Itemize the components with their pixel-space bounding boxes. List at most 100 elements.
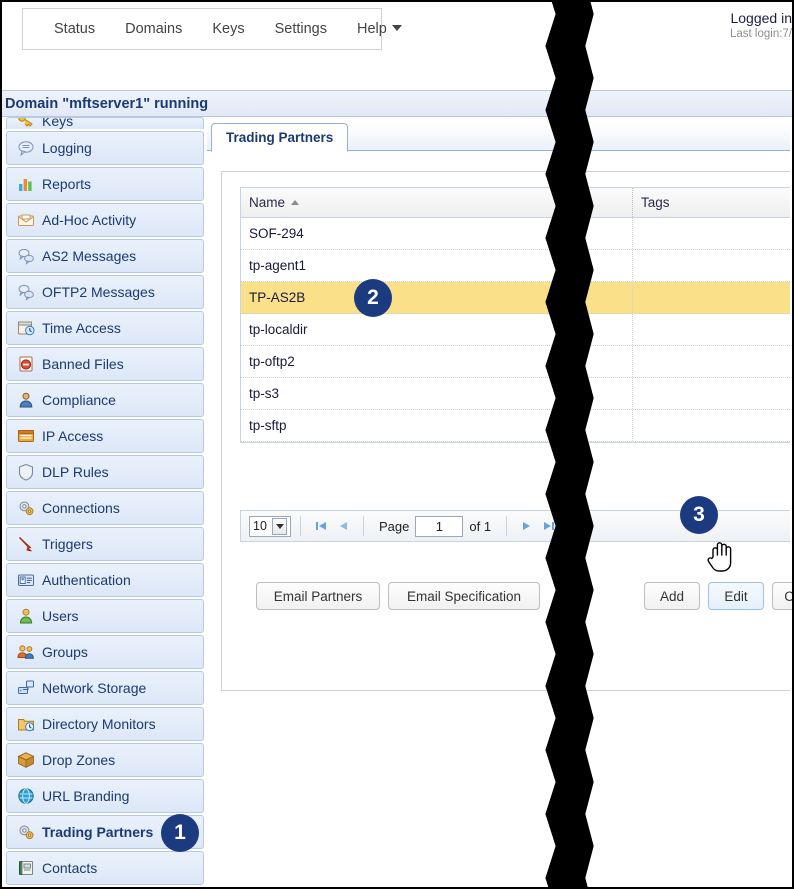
cell-tags bbox=[633, 378, 790, 409]
sidebar-item-connections[interactable]: Connections bbox=[6, 491, 204, 525]
cell-tags bbox=[633, 314, 790, 345]
tab-strip: Trading Partners bbox=[207, 123, 790, 152]
logged-in-label: Logged in bbox=[730, 10, 792, 26]
sidebar-item-label: Directory Monitors bbox=[42, 716, 156, 732]
cell-tags bbox=[633, 218, 790, 249]
page-title: Domain "mftserver1" running bbox=[5, 95, 209, 112]
page-word-label: Page bbox=[379, 518, 410, 534]
sidebar-item-drop-zones[interactable]: Drop Zones bbox=[6, 743, 204, 777]
sidebar-item-label: Network Storage bbox=[42, 680, 147, 696]
gears-icon bbox=[17, 823, 35, 841]
sidebar-item-directory-monitors[interactable]: Directory Monitors bbox=[6, 707, 204, 741]
trading-partners-grid: Name Tags SOF-294 tp-agent1 TP-AS2B tp-loca… bbox=[240, 187, 790, 443]
sidebar-item-label: Connections bbox=[42, 500, 120, 516]
email-partners-button[interactable]: Email Partners bbox=[256, 582, 380, 610]
address-book-icon bbox=[17, 859, 35, 877]
sidebar-item-banned-files[interactable]: Banned Files bbox=[6, 347, 204, 381]
user-icon bbox=[17, 607, 35, 625]
menu-item-status[interactable]: Status bbox=[39, 21, 110, 37]
sidebar-item-label: Authentication bbox=[42, 572, 131, 588]
next-page-icon[interactable] bbox=[516, 515, 538, 537]
cell-name: tp-agent1 bbox=[241, 250, 633, 281]
cell-tags bbox=[633, 346, 790, 377]
ip-list-icon bbox=[17, 427, 35, 445]
person-icon bbox=[17, 391, 35, 409]
table-row[interactable]: SOF-294 bbox=[241, 218, 790, 250]
sidebar-item-contacts[interactable]: Contacts bbox=[6, 851, 204, 885]
sidebar-item-authentication[interactable]: Authentication bbox=[6, 563, 204, 597]
page-of-label: of 1 bbox=[469, 518, 492, 534]
sidebar-item-ip-access[interactable]: IP Access bbox=[6, 419, 204, 453]
last-page-icon[interactable] bbox=[538, 515, 560, 537]
envelope-icon bbox=[17, 211, 35, 229]
sidebar-item-label: DLP Rules bbox=[42, 464, 109, 480]
sidebar-item-time-access[interactable]: Time Access bbox=[6, 311, 204, 345]
folder-clock-icon bbox=[17, 715, 35, 733]
sidebar-item-label: Drop Zones bbox=[42, 752, 116, 768]
table-row[interactable]: TP-AS2B bbox=[241, 282, 790, 314]
sidebar-item-users[interactable]: Users bbox=[6, 599, 204, 633]
table-row[interactable]: tp-localdir bbox=[241, 314, 790, 346]
cell-tags bbox=[633, 410, 790, 441]
last-login-label: Last login:7/ bbox=[729, 28, 792, 40]
page-number-input[interactable] bbox=[415, 515, 464, 537]
sidebar-item-label: URL Branding bbox=[42, 788, 130, 804]
table-row[interactable]: tp-sftp bbox=[241, 410, 790, 442]
speech-bubble-icon bbox=[17, 139, 35, 157]
chevron-down-icon bbox=[272, 517, 287, 535]
menu-item-keys[interactable]: Keys bbox=[197, 21, 259, 37]
sidebar-item-as2-messages[interactable]: AS2 Messages bbox=[6, 239, 204, 273]
sidebar-item-triggers[interactable]: Triggers bbox=[6, 527, 204, 561]
menu-item-domains[interactable]: Domains bbox=[110, 21, 197, 37]
tab-trading-partners[interactable]: Trading Partners bbox=[211, 123, 349, 152]
menu-item-help[interactable]: Help bbox=[342, 21, 417, 37]
action-button-row: Email Partners Email Specification Add E… bbox=[240, 582, 792, 616]
column-header-name-label: Name bbox=[249, 195, 286, 210]
mouse-cursor-icon bbox=[707, 541, 733, 580]
table-row[interactable]: tp-agent1 bbox=[241, 250, 790, 282]
grid-body: SOF-294 tp-agent1 TP-AS2B tp-localdir tp-oft… bbox=[241, 218, 790, 442]
sidebar-item-ad-hoc-activity[interactable]: Ad-Hoc Activity bbox=[6, 203, 204, 237]
menu-item-settings[interactable]: Settings bbox=[260, 21, 342, 37]
sidebar-item-network-storage[interactable]: Network Storage bbox=[6, 671, 204, 705]
sidebar: Keys Logging Reports Ad-Hoc Activity AS2 Mes… bbox=[6, 117, 204, 887]
table-row[interactable]: tp-oftp2 bbox=[241, 346, 790, 378]
edit-button[interactable]: Edit bbox=[708, 582, 764, 610]
sidebar-item-label: Time Access bbox=[42, 320, 121, 336]
sidebar-item-label: Reports bbox=[42, 176, 92, 192]
sidebar-item-dlp-rules[interactable]: DLP Rules bbox=[6, 455, 204, 489]
sidebar-item-url-branding[interactable]: URL Branding bbox=[6, 779, 204, 813]
account-info: Logged in Last login:7/ bbox=[592, 10, 792, 40]
sidebar-item-logging[interactable]: Logging bbox=[6, 131, 204, 165]
messages-icon bbox=[17, 283, 35, 301]
add-button[interactable]: Add bbox=[644, 582, 700, 610]
copy-button[interactable]: Copy bbox=[772, 582, 792, 610]
column-header-tags-label: Tags bbox=[641, 195, 670, 210]
sidebar-item-groups[interactable]: Groups bbox=[6, 635, 204, 669]
cell-name: SOF-294 bbox=[241, 218, 633, 249]
prev-page-icon[interactable] bbox=[332, 515, 354, 537]
email-specification-button[interactable]: Email Specification bbox=[388, 582, 540, 610]
sidebar-item-label: Banned Files bbox=[42, 356, 124, 372]
column-header-tags[interactable]: Tags bbox=[633, 188, 790, 217]
sidebar-item-label: Logging bbox=[42, 140, 92, 156]
network-drive-icon bbox=[17, 679, 35, 697]
sidebar-item-label: Triggers bbox=[42, 536, 93, 552]
lightning-arrow-icon bbox=[17, 535, 35, 553]
cell-name: TP-AS2B bbox=[241, 282, 633, 313]
page-size-select[interactable]: 10 bbox=[249, 515, 291, 537]
cell-name: tp-sftp bbox=[241, 410, 633, 441]
sidebar-item-oftp2-messages[interactable]: OFTP2 Messages bbox=[6, 275, 204, 309]
banned-file-icon bbox=[17, 355, 35, 373]
shield-icon bbox=[17, 463, 35, 481]
key-icon bbox=[17, 118, 35, 129]
sidebar-item-label: IP Access bbox=[42, 428, 104, 444]
sidebar-item-reports[interactable]: Reports bbox=[6, 167, 204, 201]
sidebar-item-keys[interactable]: Keys bbox=[6, 117, 204, 129]
sidebar-item-label: Trading Partners bbox=[42, 824, 154, 840]
first-page-icon[interactable] bbox=[310, 515, 332, 537]
table-row[interactable]: tp-s3 bbox=[241, 378, 790, 410]
clock-window-icon bbox=[17, 319, 35, 337]
column-header-name[interactable]: Name bbox=[241, 188, 633, 217]
sidebar-item-compliance[interactable]: Compliance bbox=[6, 383, 204, 417]
